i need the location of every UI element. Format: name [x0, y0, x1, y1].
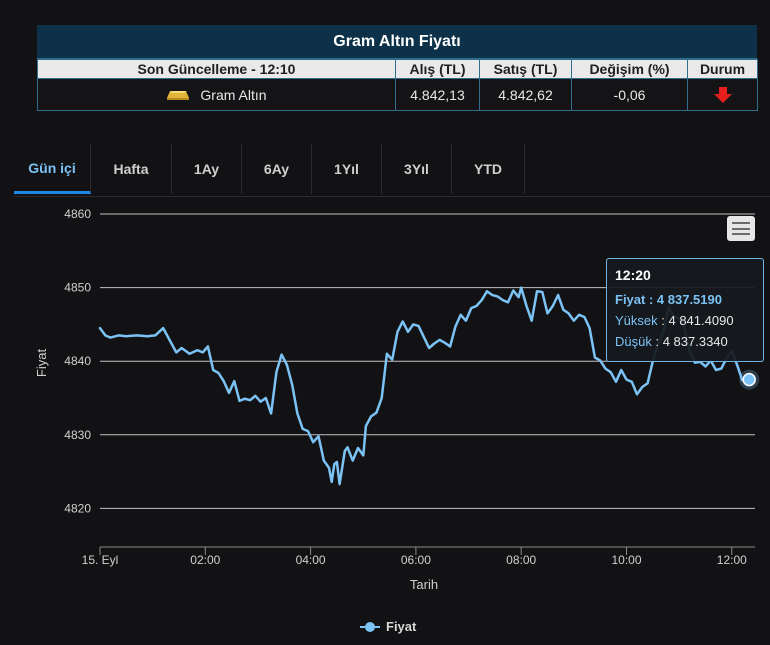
y-tick-label: 4820 [64, 501, 91, 515]
legend-label: Fiyat [386, 619, 417, 634]
tab-hafta[interactable]: Hafta [91, 144, 172, 194]
y-tick-label: 4840 [64, 354, 91, 368]
x-tick-label: 04:00 [296, 553, 326, 567]
tooltip-price-row: Fiyat : 4 837.5190 [615, 292, 722, 307]
tooltip-price-label: Fiyat [615, 292, 646, 307]
down-arrow-icon [713, 86, 732, 103]
table-header-row: Son Güncelleme - 12:10 Alış (TL) Satış (… [37, 59, 758, 79]
menu-line [732, 227, 750, 230]
x-tick-label: 08:00 [506, 553, 536, 567]
y-tick-label: 4830 [64, 428, 91, 442]
header-buy: Alış (TL) [395, 59, 480, 79]
header-status: Durum [687, 59, 758, 79]
tooltip-low-row: Düşük : 4 837.3340 [615, 334, 728, 349]
x-tick-label: 02:00 [190, 553, 220, 567]
x-tick-label: 15. Eyl [82, 553, 119, 567]
x-axis-title: Tarih [410, 577, 438, 592]
x-tick-label: 06:00 [401, 553, 431, 567]
y-tick-label: 4860 [64, 207, 91, 221]
asset-name: Gram Altın [200, 86, 267, 103]
y-tick-label: 4850 [64, 281, 91, 295]
legend-marker-icon [360, 621, 380, 632]
menu-line [732, 222, 750, 224]
x-tick-label: 12:00 [717, 553, 747, 567]
tooltip-time: 12:20 [615, 267, 651, 283]
legend-item-fiyat[interactable]: Fiyat [360, 619, 416, 634]
period-tabs: Gün içi Hafta 1Ay 6Ay 1Yıl 3Yıl YTD [14, 144, 770, 197]
chart-tooltip: 12:20 Fiyat : 4 837.5190 Yüksek : 4 841.… [606, 258, 764, 362]
tab-1yil[interactable]: 1Yıl [312, 144, 382, 194]
tooltip-low-label: Düşük [615, 334, 652, 349]
header-sell: Satış (TL) [479, 59, 572, 79]
table-row: Gram Altın 4.842,13 4.842,62 -0,06 [37, 78, 758, 111]
y-axis-title: Fiyat [34, 349, 49, 378]
asset-name-cell: Gram Altın [37, 78, 396, 111]
hover-point [742, 372, 756, 387]
menu-line [732, 233, 750, 235]
price-table: Gram Altın Fiyatı Son Güncelleme - 12:10… [37, 25, 758, 111]
tab-3yil[interactable]: 3Yıl [382, 144, 452, 194]
x-tick-label: 10:00 [611, 553, 641, 567]
tooltip-high-label: Yüksek [615, 313, 658, 328]
tooltip-price-value: 4 837.5190 [656, 292, 722, 307]
gold-bar-icon [167, 90, 190, 100]
tab-6ay[interactable]: 6Ay [242, 144, 312, 194]
chart-menu-button[interactable] [727, 216, 755, 241]
change-percent: -0,06 [571, 78, 688, 111]
tab-1ay[interactable]: 1Ay [172, 144, 242, 194]
table-title: Gram Altın Fiyatı [37, 25, 757, 59]
header-last-update: Son Güncelleme - 12:10 [37, 59, 396, 79]
price-grid: Son Güncelleme - 12:10 Alış (TL) Satış (… [37, 59, 758, 111]
tab-gun-ici[interactable]: Gün içi [14, 144, 91, 194]
tooltip-high-row: Yüksek : 4 841.4090 [615, 313, 734, 328]
status-cell [687, 78, 758, 111]
tooltip-low-value: 4 837.3340 [662, 334, 728, 349]
header-change: Değişim (%) [571, 59, 688, 79]
tab-ytd[interactable]: YTD [452, 144, 525, 194]
tooltip-high-value: 4 841.4090 [668, 313, 734, 328]
buy-price: 4.842,13 [395, 78, 480, 111]
sell-price: 4.842,62 [479, 78, 572, 111]
